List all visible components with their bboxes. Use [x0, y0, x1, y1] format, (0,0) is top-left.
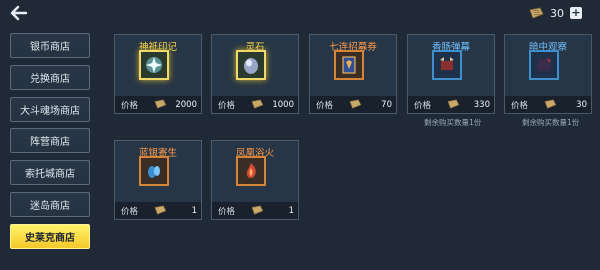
price-bar: 价格 30 [505, 96, 591, 113]
ticket-currency-icon [349, 99, 362, 109]
ticket-currency-icon [447, 99, 460, 109]
item-slot [139, 50, 169, 80]
spirit-stone-icon [244, 58, 258, 74]
price-bar: 价格 2000 [115, 96, 201, 113]
price-bar: 价格 70 [310, 96, 396, 113]
sidebar-item-exchange-shop[interactable]: 兑换商店 [10, 64, 90, 90]
item-slot [236, 50, 266, 80]
sidebar-item-label: 迷岛商店 [30, 200, 70, 212]
item-slot [529, 50, 559, 80]
sidebar-item-island-shop[interactable]: 迷岛商店 [10, 191, 90, 217]
price-bar: 价格 1 [115, 202, 201, 219]
price-label: 价格 [218, 100, 236, 111]
item-slot [334, 50, 364, 80]
price-label: 价格 [121, 100, 139, 111]
back-arrow-icon[interactable] [10, 5, 28, 21]
shop-item-card[interactable]: 神祇印记 价格 2000 [114, 34, 202, 114]
item-price: 2000 [175, 99, 197, 110]
sidebar-item-arena-shop[interactable]: 大斗魂场商店 [10, 96, 90, 122]
item-slot [236, 156, 266, 186]
price-bar: 价格 330 [408, 96, 494, 113]
currency-amount: 30 [550, 6, 564, 20]
sidebar-item-label: 大斗魂场商店 [20, 105, 80, 117]
ticket-currency-icon [154, 205, 167, 215]
shop-item-card[interactable]: 蓝银寄生 价格 1 [114, 140, 202, 220]
item-price: 1000 [272, 99, 294, 110]
price-label: 价格 [218, 206, 236, 217]
sidebar-item-label: 银币商店 [30, 42, 70, 53]
item-price: 1 [288, 205, 294, 216]
price-label: 价格 [121, 206, 139, 217]
sidebar-item-label: 索托城商店 [25, 169, 75, 181]
add-currency-button[interactable]: + [570, 7, 582, 19]
shop-item-card[interactable]: 七连招募券 价格 70 [309, 34, 397, 114]
remaining-purchase-text: 剩余购买数量1份 [522, 118, 580, 127]
item-price: 70 [381, 99, 392, 110]
sidebar-item-sotocity-shop[interactable]: 索托城商店 [10, 160, 90, 186]
ticket-currency-icon [544, 99, 557, 109]
price-label: 价格 [414, 100, 432, 111]
sidebar-item-silver-shop[interactable]: 银币商店 [10, 33, 90, 58]
price-label: 价格 [511, 100, 529, 111]
shop-item-card[interactable]: 凤凰浴火 价格 1 [211, 140, 299, 220]
ticket-currency-icon [154, 99, 167, 109]
sidebar-item-label: 史莱克商店 [25, 232, 75, 244]
currency-display: 30 + [528, 5, 582, 21]
sidebar-item-label: 兑换商店 [30, 73, 70, 85]
price-label: 价格 [316, 100, 334, 111]
item-price: 1 [191, 205, 197, 216]
recruit-ticket-icon [342, 56, 356, 74]
shop-item-card[interactable]: 灵石 价格 1000 [211, 34, 299, 114]
sausage-barrage-icon [440, 57, 454, 70]
price-bar: 价格 1000 [212, 96, 298, 113]
ticket-currency-icon [529, 7, 544, 19]
phoenix-fire-icon [246, 163, 256, 178]
bluesilver-parasite-icon [148, 166, 160, 178]
item-slot [139, 156, 169, 186]
remaining-purchase-text: 剩余购买数量1份 [424, 118, 482, 127]
sidebar-item-label: 阵营商店 [30, 137, 70, 149]
item-price: 330 [473, 99, 490, 110]
ticket-currency-icon [251, 205, 264, 215]
sidebar-item-shrek-shop[interactable]: 史莱克商店 [10, 223, 90, 249]
item-slot [432, 50, 462, 80]
secret-observe-icon [538, 58, 551, 71]
top-bar: 30 + [0, 0, 600, 26]
ticket-currency-icon [251, 99, 264, 109]
item-price: 30 [576, 99, 587, 110]
divine-mark-icon [146, 57, 162, 73]
shop-item-card[interactable]: 香肠弹幕 价格 330 [407, 34, 495, 114]
shop-sidebar: 银币商店 兑换商店 大斗魂场商店 阵营商店 索托城商店 迷岛商店 史莱克商店 [10, 33, 92, 256]
shop-item-card[interactable]: 暗中观察 价格 30 [504, 34, 592, 114]
sidebar-item-faction-shop[interactable]: 阵营商店 [10, 128, 90, 154]
price-bar: 价格 1 [212, 202, 298, 219]
